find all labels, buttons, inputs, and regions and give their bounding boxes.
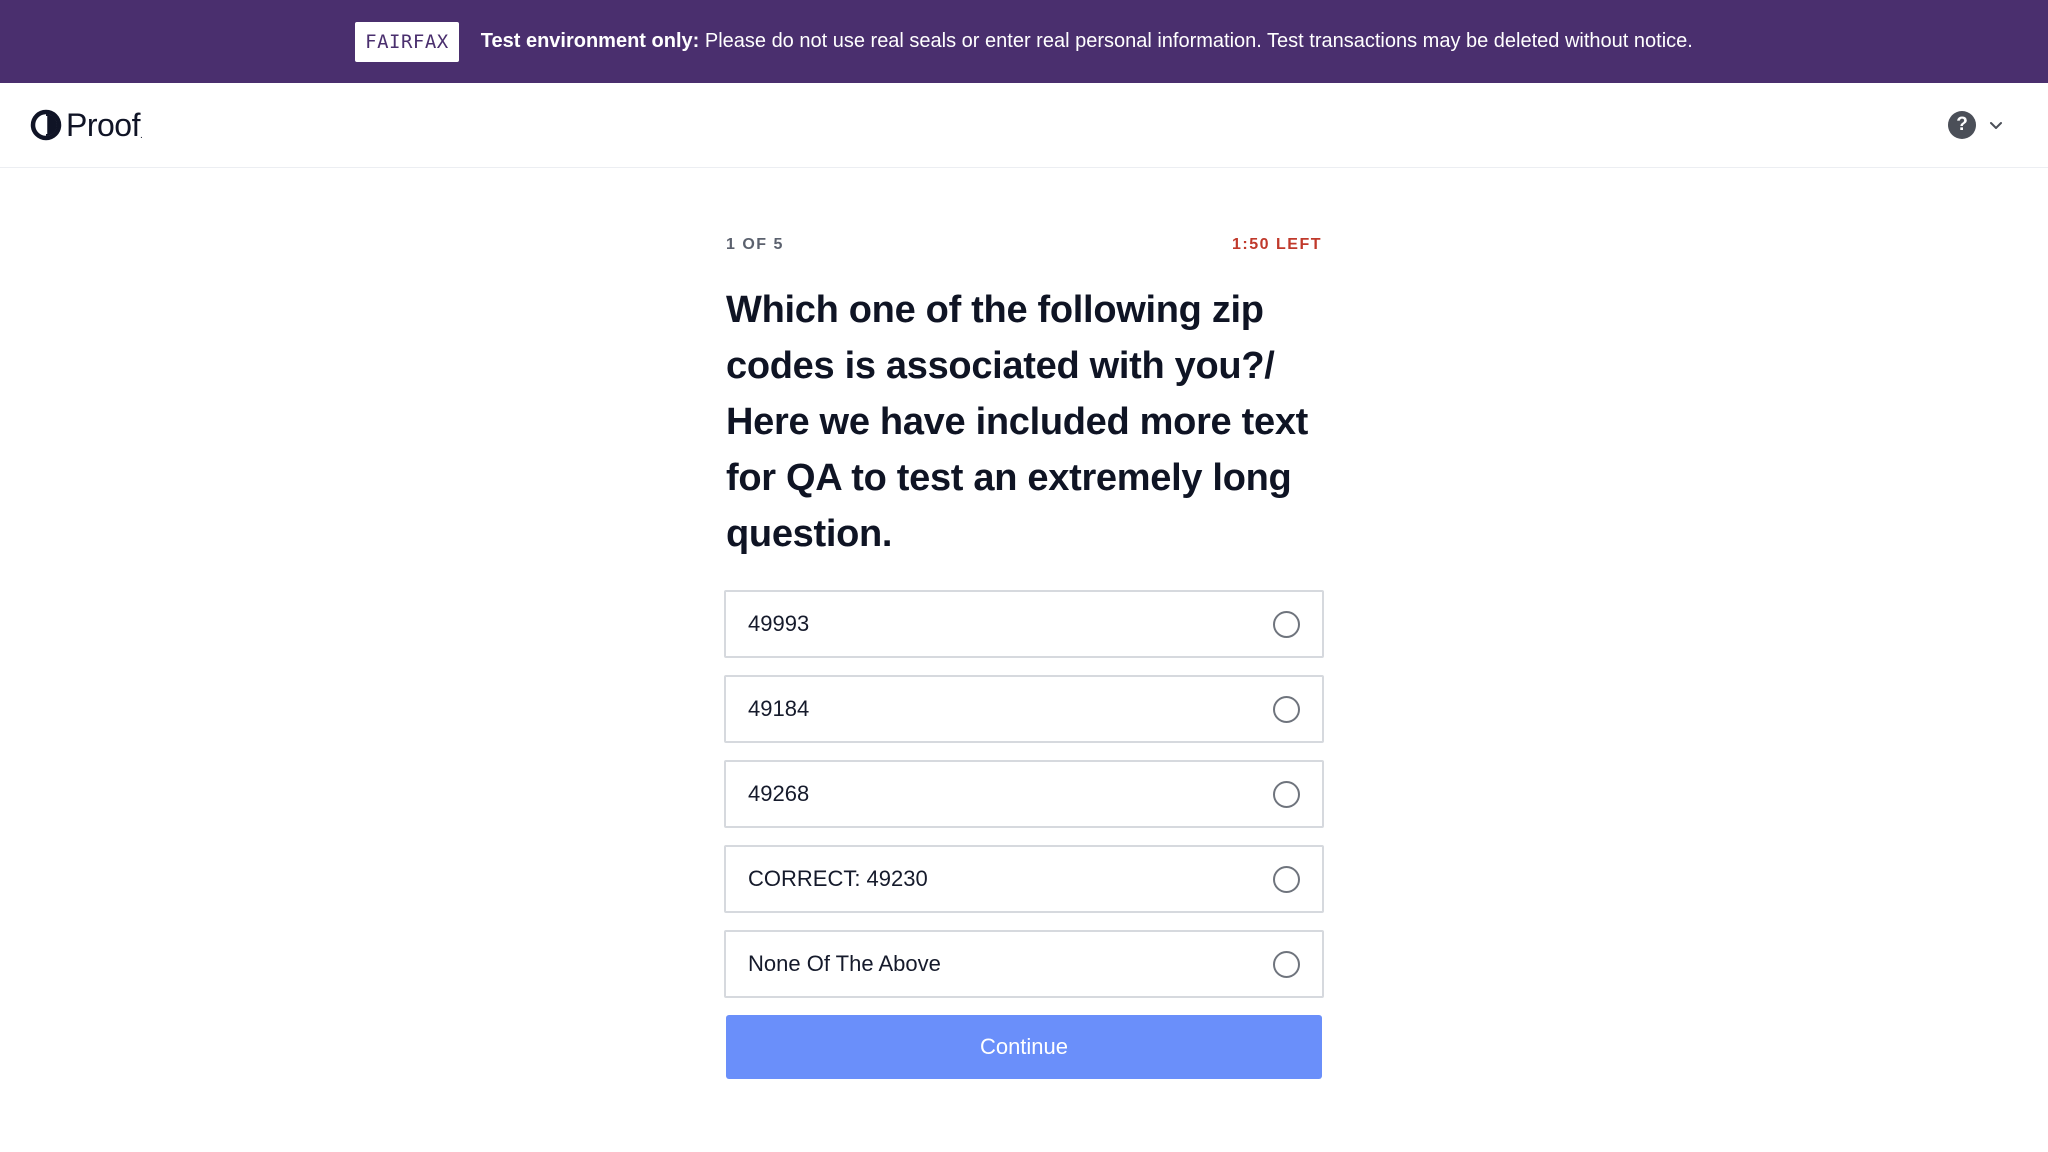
banner-message: Test environment only: Please do not use…	[481, 30, 1693, 53]
proof-logo[interactable]: Proof .	[30, 105, 143, 145]
answer-options: 49993 49184 49268 CORRECT: 49230 None Of…	[724, 590, 1324, 998]
answer-option-label: 49993	[748, 611, 810, 636]
top-navigation-bar: Proof . ?	[0, 83, 2048, 168]
kba-question-card: 1 OF 5 1:50 LEFT Which one of the follow…	[724, 236, 1324, 1079]
test-environment-banner: FAIRFAX Test environment only: Please do…	[0, 0, 2048, 83]
radio-button[interactable]	[1273, 865, 1300, 893]
radio-button[interactable]	[1273, 695, 1300, 723]
logo-text: Proof	[66, 106, 140, 143]
answer-option[interactable]: CORRECT: 49230	[724, 845, 1324, 913]
time-remaining: 1:50 LEFT	[1232, 236, 1322, 253]
radio-button[interactable]	[1273, 610, 1300, 638]
logo-trademark: .	[139, 130, 143, 141]
answer-option[interactable]: None Of The Above	[724, 930, 1324, 998]
radio-button[interactable]	[1273, 780, 1300, 808]
answer-option-label: None Of The Above	[748, 951, 941, 976]
answer-option[interactable]: 49184	[724, 675, 1324, 743]
help-circle-icon: ?	[1948, 111, 1976, 139]
radio-button[interactable]	[1273, 950, 1300, 978]
question-progress: 1 OF 5	[726, 236, 784, 253]
question-meta: 1 OF 5 1:50 LEFT	[726, 236, 1322, 254]
help-menu-button[interactable]: ?	[1948, 108, 2004, 142]
question-text: Which one of the following zip codes is …	[726, 289, 1309, 555]
environment-badge: FAIRFAX	[355, 21, 459, 62]
answer-option-label: 49268	[748, 781, 810, 806]
proof-logo-icon	[30, 109, 62, 141]
continue-button[interactable]: Continue	[726, 1015, 1322, 1079]
chevron-down-icon	[1990, 122, 2002, 129]
answer-option-label: CORRECT: 49230	[748, 866, 928, 891]
banner-bold-text: Test environment only:	[480, 30, 700, 52]
answer-option-label: 49184	[748, 696, 810, 721]
banner-message-text: Please do not use real seals or enter re…	[699, 30, 1693, 52]
answer-option[interactable]: 49993	[724, 590, 1324, 658]
answer-option[interactable]: 49268	[724, 760, 1324, 828]
